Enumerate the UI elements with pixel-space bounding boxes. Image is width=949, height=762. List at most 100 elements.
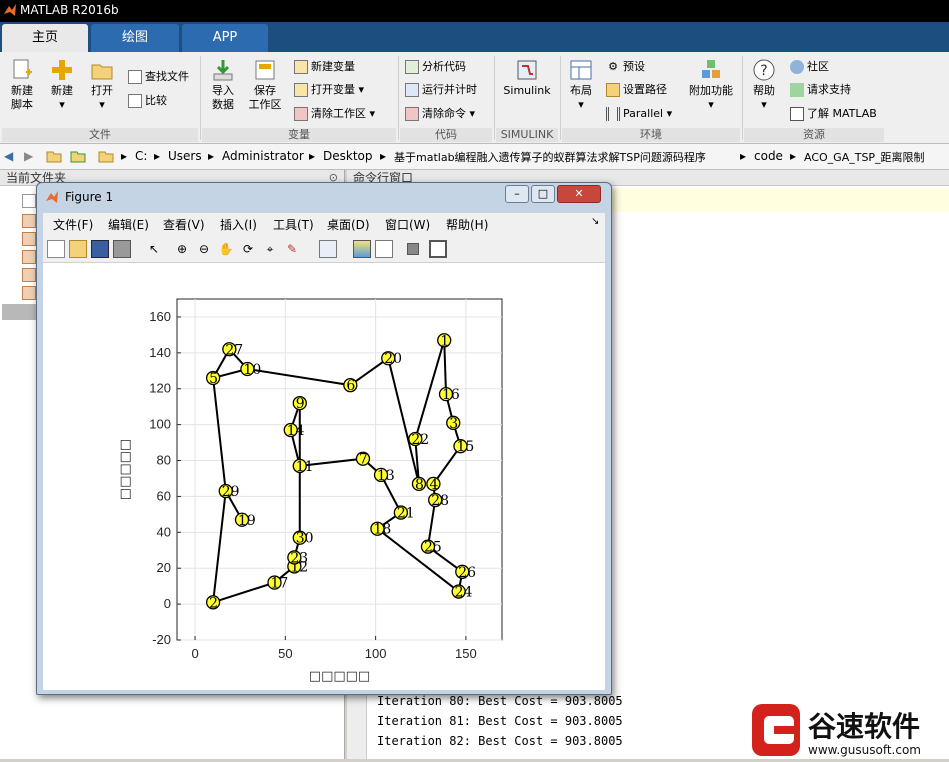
matlab-file-icon[interactable] xyxy=(22,250,36,264)
open-file-icon[interactable] xyxy=(69,240,87,258)
matlab-file-icon[interactable] xyxy=(22,232,36,246)
figure-window[interactable]: Figure 1 – □ ✕ 文件(F) 编辑(E) 查看(V) 插入(I) 工… xyxy=(36,182,612,695)
group-file: 文件 xyxy=(2,128,198,142)
new-script-icon xyxy=(13,59,32,79)
link-plot-icon[interactable] xyxy=(319,240,337,258)
print-icon[interactable] xyxy=(113,240,131,258)
import-label: 导入 xyxy=(212,84,234,97)
tab-home[interactable]: 主页 xyxy=(2,24,88,52)
new-variable-button[interactable]: 新建变量 xyxy=(294,58,355,76)
figure-toolbar: ↖ ⊕ ⊖ ✋ ⟳ ⌖ ✎ xyxy=(43,235,605,263)
add-ons-button[interactable]: 附加功能 ▾ xyxy=(684,58,738,112)
y-tick-label: 140 xyxy=(149,345,171,360)
pan-icon[interactable]: ✋ xyxy=(217,240,235,258)
new-script-button[interactable]: 新建 脚本 xyxy=(4,58,40,112)
zoom-out-icon[interactable]: ⊖ xyxy=(195,240,213,258)
separator xyxy=(494,56,495,140)
community-link[interactable]: 社区 xyxy=(790,58,829,76)
simulink-button[interactable]: Simulink xyxy=(501,58,553,98)
learn-matlab-link[interactable]: 了解 MATLAB xyxy=(790,105,877,123)
menu-view[interactable]: 查看(V) xyxy=(163,216,205,233)
new-button[interactable]: 新建 ▾ xyxy=(44,58,80,112)
new-figure-icon[interactable] xyxy=(47,240,65,258)
breadcrumb-item[interactable]: ACO_GA_TSP_距离限制 xyxy=(804,149,925,165)
tsp-route-plot[interactable]: 0 50 100 150-20020406080100120140160□□□□□□□… xyxy=(43,263,605,690)
clear-commands-button[interactable]: 清除命令 ▾ xyxy=(405,105,475,123)
breadcrumb-item[interactable]: Desktop xyxy=(323,149,373,163)
matlab-logo-icon xyxy=(4,4,16,16)
clear-workspace-button[interactable]: 清除工作区 ▾ xyxy=(294,105,375,123)
y-tick-label: 20 xyxy=(157,560,171,575)
find-files-button[interactable]: 查找文件 xyxy=(128,68,189,86)
breadcrumb-item[interactable]: C: xyxy=(135,149,147,163)
matlab-file-icon[interactable] xyxy=(22,286,36,300)
figure-menubar: 文件(F) 编辑(E) 查看(V) 插入(I) 工具(T) 桌面(D) 窗口(W… xyxy=(43,213,605,235)
city-label: 4 xyxy=(429,477,438,493)
separator xyxy=(200,56,201,140)
figure-canvas[interactable]: 0 50 100 150 -20 0 20 40 60 80 100 120 140 160 □□□□□ □□… xyxy=(43,263,605,690)
city-label: 9 xyxy=(296,396,305,412)
tab-plots[interactable]: 绘图 xyxy=(91,24,179,52)
add-ons-icon xyxy=(702,60,720,78)
save-ws-label: 保存 xyxy=(254,84,276,97)
back-icon[interactable]: ◀ xyxy=(4,149,13,163)
set-path-button[interactable]: 设置路径 xyxy=(606,81,667,99)
root-folder-icon[interactable] xyxy=(98,149,114,163)
compare-button[interactable]: 比较 xyxy=(128,92,167,110)
city-label: 27 xyxy=(225,342,243,358)
breadcrumb-item[interactable]: Users xyxy=(168,149,202,163)
dock-arrow-icon[interactable]: ↘ xyxy=(591,216,599,227)
parallel-button[interactable]: Parallel ▾ xyxy=(606,105,672,123)
clear-commands-label: 清除命令 xyxy=(422,107,466,120)
menu-edit[interactable]: 编辑(E) xyxy=(108,216,149,233)
matlab-file-icon[interactable] xyxy=(22,268,36,282)
menu-tools[interactable]: 工具(T) xyxy=(273,216,314,233)
maximize-button[interactable]: □ xyxy=(531,185,555,203)
breadcrumb-sep: ▸ xyxy=(154,149,161,163)
menu-file[interactable]: 文件(F) xyxy=(53,216,93,233)
save-workspace-button[interactable]: 保存 工作区 xyxy=(245,58,285,112)
browse-folder-icon[interactable] xyxy=(70,149,86,163)
close-button[interactable]: ✕ xyxy=(557,185,601,203)
tab-apps[interactable]: APP xyxy=(182,24,268,52)
x-tick-label: 0 xyxy=(191,646,198,661)
zoom-in-icon[interactable]: ⊕ xyxy=(173,240,191,258)
minimize-button[interactable]: – xyxy=(505,185,529,203)
import-data-button[interactable]: 导入 数据 xyxy=(205,58,241,112)
pointer-icon[interactable]: ↖ xyxy=(145,240,163,258)
menu-insert[interactable]: 插入(I) xyxy=(220,216,257,233)
up-folder-icon[interactable] xyxy=(46,149,62,163)
preferences-button[interactable]: ⚙ 预设 xyxy=(606,58,645,76)
menu-window[interactable]: 窗口(W) xyxy=(385,216,430,233)
menu-help[interactable]: 帮助(H) xyxy=(446,216,488,233)
support-label: 请求支持 xyxy=(807,83,851,96)
request-support-link[interactable]: 请求支持 xyxy=(790,81,851,99)
breadcrumb-item[interactable]: Administrator xyxy=(222,149,304,163)
show-plot-tools-icon[interactable] xyxy=(429,240,447,258)
hide-plot-tools-icon[interactable] xyxy=(407,243,419,255)
matlab-file-icon[interactable] xyxy=(22,214,36,228)
forward-icon[interactable]: ▶ xyxy=(24,149,33,163)
run-time-label: 运行并计时 xyxy=(422,83,477,96)
selected-file-row[interactable] xyxy=(2,304,36,320)
breadcrumb-item[interactable]: 基于matlab编程融入遗传算子的蚁群算法求解TSP问题源码程序 xyxy=(394,149,706,165)
simulink-label: Simulink xyxy=(503,84,551,97)
data-cursor-icon[interactable]: ⌖ xyxy=(261,240,279,258)
legend-icon[interactable] xyxy=(375,240,393,258)
file-icon[interactable] xyxy=(22,194,36,208)
colorbar-icon[interactable] xyxy=(353,240,371,258)
command-output-line: Iteration 80: Best Cost = 903.8005 xyxy=(377,694,623,708)
breadcrumb-item[interactable]: code xyxy=(754,149,783,163)
layout-button[interactable]: 布局 ▾ xyxy=(565,58,597,112)
brush-icon[interactable]: ✎ xyxy=(283,240,301,258)
open-button[interactable]: 打开 ▾ xyxy=(84,58,120,112)
help-button[interactable]: ? 帮助 ▾ xyxy=(748,58,780,112)
rotate-icon[interactable]: ⟳ xyxy=(239,240,257,258)
group-variable: 变量 xyxy=(202,128,396,142)
menu-desktop[interactable]: 桌面(D) xyxy=(327,216,370,233)
open-variable-button[interactable]: 打开变量 ▾ xyxy=(294,81,364,99)
analyze-code-button[interactable]: 分析代码 xyxy=(405,58,466,76)
run-and-time-button[interactable]: 运行并计时 xyxy=(405,81,477,99)
save-icon[interactable] xyxy=(91,240,109,258)
y-tick-label: 160 xyxy=(149,309,171,324)
